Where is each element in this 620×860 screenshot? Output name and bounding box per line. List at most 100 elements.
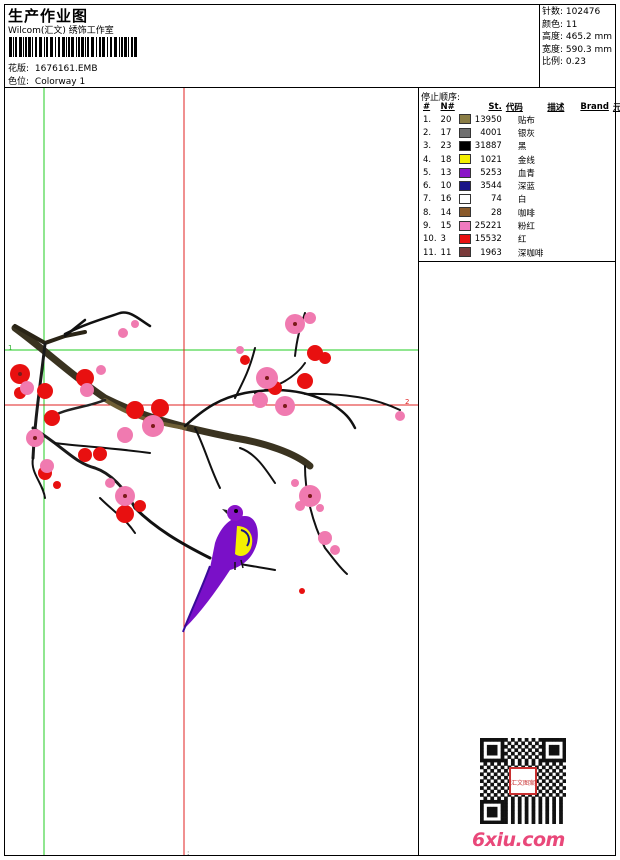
row-desc: 咖啡 xyxy=(517,208,535,219)
qr-module xyxy=(531,810,536,814)
qr-module xyxy=(538,820,543,824)
qr-module xyxy=(548,758,553,763)
design-preview: 1 2: xyxy=(5,88,418,855)
color-swatch xyxy=(458,114,471,125)
row-desc: 粉红 xyxy=(517,222,535,233)
qr-module xyxy=(486,738,491,742)
qr-module xyxy=(517,758,522,763)
qr-module xyxy=(524,799,529,804)
row-idx: 10. xyxy=(423,234,437,245)
qr-module xyxy=(480,748,484,753)
qr-module xyxy=(552,806,556,811)
row-swatch xyxy=(457,206,473,219)
col-no: N# xyxy=(440,102,455,112)
row-idx: 9. xyxy=(423,221,432,232)
stat-scale: 比例: 0.23 xyxy=(542,57,586,67)
qr-module xyxy=(521,755,526,759)
qr-module xyxy=(493,793,498,797)
row-element xyxy=(578,219,611,232)
row-element xyxy=(578,140,611,153)
qr-module xyxy=(559,803,563,808)
qr-module xyxy=(490,748,495,753)
qr-module xyxy=(548,748,553,753)
row-desc: 深咖啡 xyxy=(517,248,544,259)
barcode-bar xyxy=(124,37,127,57)
design-file-line: 花版: 1676161.EMB xyxy=(8,61,98,74)
sequence-divider xyxy=(418,261,616,262)
qr-module xyxy=(521,741,526,746)
qr-module xyxy=(486,748,491,753)
qr-module xyxy=(480,813,484,818)
barcode-bar xyxy=(66,37,67,57)
barcode-bar xyxy=(76,37,77,57)
qr-module xyxy=(552,758,556,763)
qr-module xyxy=(497,799,501,804)
barcode-bar xyxy=(87,37,89,57)
studio-name: Wilcom(汇文) 绣饰工作室 xyxy=(8,26,114,36)
qr-module xyxy=(493,779,498,784)
qr-module xyxy=(559,799,563,804)
qr-module xyxy=(552,782,556,787)
qr-module xyxy=(541,779,546,784)
qr-module xyxy=(490,810,495,814)
qr-module xyxy=(559,762,563,766)
row-brand xyxy=(545,193,578,206)
sequence-row: 6. 10 3544 深蓝 xyxy=(421,179,620,192)
qr-module xyxy=(531,758,536,763)
qr-module xyxy=(552,768,556,773)
qr-module xyxy=(531,806,536,811)
qr-module xyxy=(480,755,484,759)
qr-module xyxy=(548,765,553,770)
qr-module xyxy=(524,744,529,749)
qr-module xyxy=(559,789,563,794)
barcode-bar xyxy=(32,37,33,57)
stat-height: 高度: 465.2 mm xyxy=(542,32,613,42)
qr-module xyxy=(548,738,553,742)
barcode-bar xyxy=(35,37,37,57)
row-no: 23 xyxy=(440,141,452,152)
row-no: 20 xyxy=(440,114,452,125)
qr-module xyxy=(483,796,488,801)
qr-module xyxy=(480,799,484,804)
colorway-label: 色位: xyxy=(8,77,30,87)
design-file-label: 花版: xyxy=(8,64,30,74)
qr-module xyxy=(497,782,501,787)
qr-module xyxy=(541,738,546,742)
qr-module xyxy=(500,806,505,811)
qr-module xyxy=(510,810,515,814)
qr-module xyxy=(538,806,543,811)
barcode-bar xyxy=(50,37,53,57)
sequence-row: 3. 23 31887 黑 xyxy=(421,140,620,153)
color-swatch xyxy=(458,140,471,151)
color-swatch xyxy=(458,207,471,218)
qr-module xyxy=(559,782,563,787)
colorway-value: Colorway 1 xyxy=(34,77,86,87)
barcode-bar xyxy=(9,37,12,57)
qr-module xyxy=(486,810,491,814)
row-idx: 1. xyxy=(423,114,432,125)
col-code: 代码 xyxy=(505,103,523,113)
row-desc: 白 xyxy=(517,195,527,206)
row-brand xyxy=(545,206,578,219)
qr-module xyxy=(504,789,508,794)
qr-module xyxy=(559,817,563,821)
qr-module xyxy=(486,765,491,770)
col-brand: Brand xyxy=(580,102,609,112)
qr-module xyxy=(562,744,566,749)
qr-module xyxy=(538,762,543,766)
row-brand xyxy=(545,113,578,126)
qr-module xyxy=(552,748,556,753)
qr-module xyxy=(531,803,536,808)
row-element xyxy=(578,233,611,246)
qr-module xyxy=(510,803,515,808)
qr-module xyxy=(548,779,553,784)
row-idx: 11. xyxy=(423,247,437,258)
qr-module xyxy=(500,744,505,749)
qr-module xyxy=(490,806,495,811)
color-swatch xyxy=(458,234,471,245)
qr-module xyxy=(517,806,522,811)
barcode-bar xyxy=(15,37,17,57)
qr-module xyxy=(480,741,484,746)
qr-module xyxy=(497,796,501,801)
col-desc: 描述 xyxy=(547,103,565,113)
